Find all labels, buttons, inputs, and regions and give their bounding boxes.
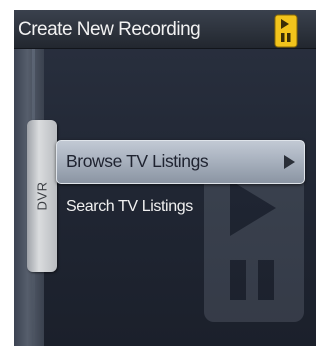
media-player-icon: [274, 14, 298, 48]
menu-item-search-tv-listings[interactable]: Search TV Listings: [66, 198, 193, 216]
recording-screen: Create New Recording DVR Browse TV Listi…: [14, 10, 316, 346]
page-title: Create New Recording: [18, 19, 201, 40]
dvr-tab-label: DVR: [34, 181, 50, 211]
menu-item-label-browse[interactable]: Browse TV Listings: [66, 151, 209, 172]
dvr-tab[interactable]: DVR: [27, 120, 57, 272]
arrow-right-icon: [284, 155, 295, 169]
title-bar: Create New Recording: [14, 10, 316, 49]
